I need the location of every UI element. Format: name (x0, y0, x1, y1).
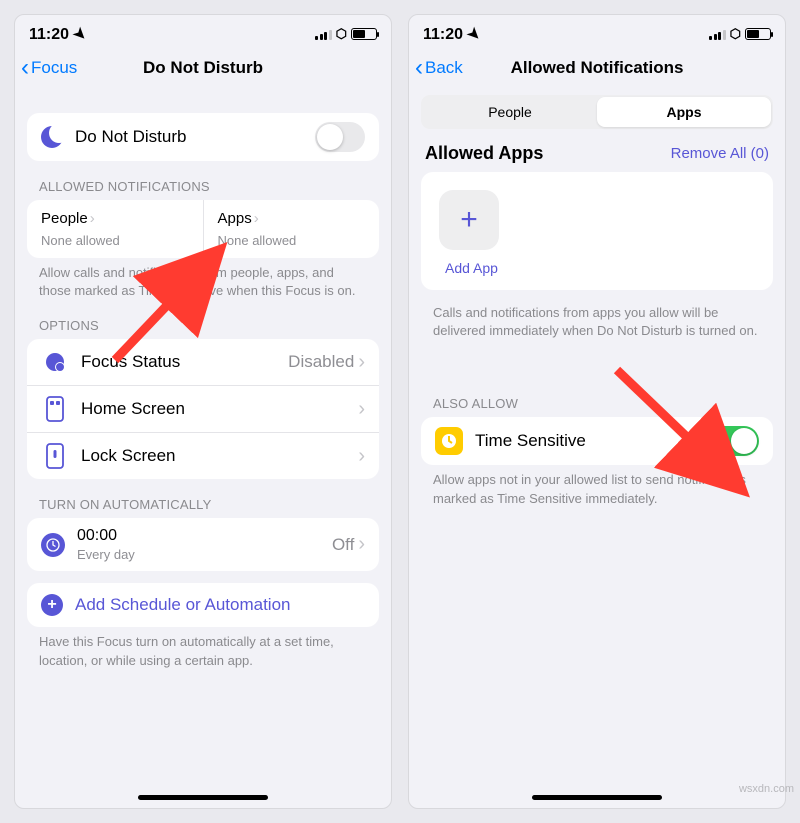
dnd-label: Do Not Disturb (75, 127, 315, 147)
segment-apps[interactable]: Apps (597, 97, 771, 127)
nav-bar: ‹ Focus Do Not Disturb (15, 47, 391, 89)
apps-label: Apps (218, 210, 252, 227)
people-sub: None allowed (41, 233, 189, 248)
status-bar: 11:20 ➤ ⬡ (409, 15, 785, 47)
add-app-label: Add App (439, 260, 773, 276)
allowed-footer: Allow calls and notifications from peopl… (39, 264, 367, 300)
time-sensitive-icon (435, 427, 463, 455)
also-footer: Allow apps not in your allowed list to s… (433, 471, 761, 507)
chevron-right-icon: › (90, 210, 95, 227)
add-schedule-label: Add Schedule or Automation (75, 595, 365, 615)
remove-all-link[interactable]: Remove All (0) (671, 145, 769, 162)
lock-screen-row[interactable]: Lock Screen › (27, 432, 379, 479)
back-label: Focus (31, 58, 77, 78)
back-label: Back (425, 58, 463, 78)
schedule-time: 00:00 (77, 527, 332, 545)
cellular-icon (709, 28, 726, 40)
allowed-apps-cell[interactable]: Apps› None allowed (203, 200, 380, 258)
page-title: Do Not Disturb (143, 58, 263, 78)
time-sensitive-label: Time Sensitive (475, 431, 709, 451)
apps-sub: None allowed (218, 233, 366, 248)
section-options: OPTIONS (39, 318, 367, 333)
chevron-right-icon: › (358, 398, 365, 421)
location-icon: ➤ (69, 23, 91, 45)
section-also-allow: ALSO ALLOW (433, 396, 761, 411)
status-bar: 11:20 ➤ ⬡ (15, 15, 391, 47)
battery-icon (745, 28, 771, 40)
back-button[interactable]: ‹ Back (415, 47, 463, 89)
apps-footer: Calls and notifications from apps you al… (433, 304, 761, 340)
segmented-control: People Apps (421, 95, 773, 129)
add-schedule-row[interactable]: + Add Schedule or Automation (27, 583, 379, 627)
clock-icon (41, 533, 65, 557)
cellular-icon (315, 28, 332, 40)
dnd-card: Do Not Disturb (27, 113, 379, 161)
battery-icon (351, 28, 377, 40)
chevron-right-icon: › (254, 210, 259, 227)
home-indicator[interactable] (532, 795, 662, 800)
allowed-people-cell[interactable]: People› None allowed (27, 200, 203, 258)
focus-status-row[interactable]: Focus Status Disabled › (27, 339, 379, 385)
add-app-button[interactable]: + (439, 190, 499, 250)
page-title: Allowed Notifications (511, 58, 684, 78)
status-time: 11:20 ➤ (29, 25, 86, 44)
focus-status-label: Focus Status (81, 352, 288, 372)
segment-people[interactable]: People (423, 97, 597, 127)
back-button[interactable]: ‹ Focus (21, 47, 77, 89)
section-allowed: ALLOWED NOTIFICATIONS (39, 179, 367, 194)
plus-icon: + (460, 203, 478, 237)
dnd-toggle[interactable] (315, 122, 365, 152)
time-sensitive-row[interactable]: Time Sensitive (421, 417, 773, 465)
focus-status-value: Disabled (288, 352, 354, 372)
section-auto: TURN ON AUTOMATICALLY (39, 497, 367, 512)
phone-left: 11:20 ➤ ⬡ ‹ Focus Do Not Disturb Do Not … (14, 14, 392, 809)
wifi-icon: ⬡ (336, 26, 347, 42)
chevron-left-icon: ‹ (415, 56, 423, 80)
schedule-sub: Every day (77, 547, 332, 562)
home-indicator[interactable] (138, 795, 268, 800)
home-screen-label: Home Screen (81, 399, 358, 419)
home-screen-icon (41, 395, 69, 423)
dnd-row[interactable]: Do Not Disturb (27, 113, 379, 161)
status-time: 11:20 ➤ (423, 25, 480, 44)
home-screen-row[interactable]: Home Screen › (27, 385, 379, 432)
lock-screen-label: Lock Screen (81, 446, 358, 466)
chevron-right-icon: › (358, 445, 365, 468)
chevron-right-icon: › (358, 533, 365, 556)
focus-status-icon (41, 348, 69, 376)
wifi-icon: ⬡ (730, 26, 741, 42)
auto-footer: Have this Focus turn on automatically at… (39, 633, 367, 669)
time-sensitive-toggle[interactable] (709, 426, 759, 456)
lock-screen-icon (41, 442, 69, 470)
location-icon: ➤ (463, 23, 485, 45)
chevron-left-icon: ‹ (21, 56, 29, 80)
people-label: People (41, 210, 88, 227)
allowed-apps-header: Allowed Apps (425, 143, 543, 164)
moon-icon (41, 126, 63, 148)
phone-right: 11:20 ➤ ⬡ ‹ Back Allowed Notifications P… (408, 14, 786, 809)
schedule-row[interactable]: 00:00 Every day Off › (27, 518, 379, 571)
schedule-value: Off (332, 535, 354, 555)
plus-circle-icon: + (41, 594, 63, 616)
chevron-right-icon: › (358, 351, 365, 374)
watermark: wsxdn.com (739, 783, 794, 795)
nav-bar: ‹ Back Allowed Notifications (409, 47, 785, 89)
